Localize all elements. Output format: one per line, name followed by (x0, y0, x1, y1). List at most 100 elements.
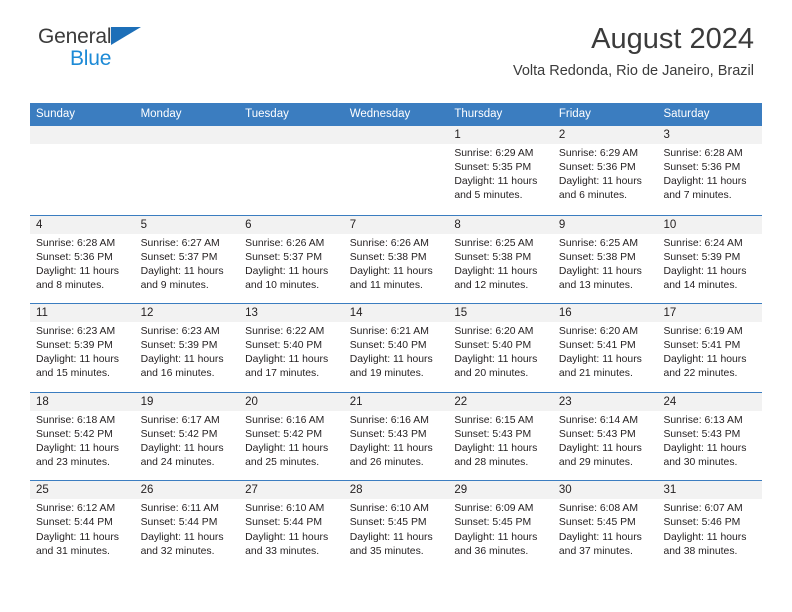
page-subtitle: Volta Redonda, Rio de Janeiro, Brazil (512, 63, 754, 79)
day-sun-info: Sunrise: 6:22 AM Sunset: 5:40 PM Daylight:… (239, 322, 344, 381)
sunset-text: Sunset: 5:38 PM (558, 251, 636, 263)
calendar-day-cell[interactable]: 5 Sunrise: 6:27 AM Sunset: 5:37 PM Daylight… (134, 215, 240, 304)
day-number: 27 (239, 481, 344, 500)
sunrise-text: Sunrise: 6:18 AM (36, 414, 116, 426)
sunset-text: Sunset: 5:40 PM (454, 340, 532, 352)
day-sun-info: Sunrise: 6:25 AM Sunset: 5:38 PM Daylight:… (553, 234, 658, 293)
calendar-day-cell[interactable]: 29 Sunrise: 6:09 AM Sunset: 5:45 PM Dayligh… (448, 481, 553, 569)
day-number: 31 (657, 481, 763, 500)
calendar-week-row: 4 Sunrise: 6:28 AM Sunset: 5:36 PM Daylight… (30, 214, 763, 304)
calendar-day-cell[interactable]: 14 Sunrise: 6:21 AM Sunset: 5:40 PM Dayligh… (343, 304, 449, 392)
calendar-day-cell[interactable]: 12 Sunrise: 6:23 AM Sunset: 5:39 PM Dayligh… (134, 304, 240, 392)
calendar-day-cell[interactable]: 15 Sunrise: 6:20 AM Sunset: 5:40 PM Dayligh… (448, 304, 553, 392)
daylight-text: Daylight: 11 hours and 13 minutes. (558, 265, 642, 291)
calendar-day-cell[interactable]: 19 Sunrise: 6:17 AM Sunset: 5:42 PM Dayligh… (134, 392, 240, 481)
sunrise-text: Sunrise: 6:26 AM (245, 237, 325, 249)
calendar-day-cell[interactable]: 18 Sunrise: 6:18 AM Sunset: 5:42 PM Dayligh… (30, 392, 135, 481)
daylight-text: Daylight: 11 hours and 11 minutes. (349, 265, 433, 291)
day-number: 28 (343, 481, 449, 500)
calendar-day-cell[interactable]: 3 Sunrise: 6:28 AM Sunset: 5:36 PM Daylight… (657, 126, 763, 215)
calendar-day-cell[interactable]: 20 Sunrise: 6:16 AM Sunset: 5:42 PM Dayligh… (239, 392, 344, 481)
sunset-text: Sunset: 5:35 PM (454, 162, 532, 174)
calendar-day-cell[interactable]: 11 Sunrise: 6:23 AM Sunset: 5:39 PM Dayligh… (30, 304, 135, 392)
daylight-text: Daylight: 11 hours and 37 minutes. (558, 531, 642, 557)
daylight-text: Daylight: 11 hours and 23 minutes. (36, 442, 119, 469)
sunrise-text: Sunrise: 6:19 AM (663, 326, 743, 338)
day-number: 21 (343, 392, 449, 411)
calendar-day-cell[interactable]: 16 Sunrise: 6:20 AM Sunset: 5:41 PM Dayligh… (552, 304, 658, 392)
calendar-day-cell[interactable]: 31 Sunrise: 6:07 AM Sunset: 5:46 PM Dayligh… (657, 481, 763, 569)
sunset-text: Sunset: 5:46 PM (663, 517, 741, 529)
day-sun-info: Sunrise: 6:20 AM Sunset: 5:41 PM Daylight:… (553, 322, 658, 381)
calendar-day-cell[interactable]: 6 Sunrise: 6:26 AM Sunset: 5:37 PM Daylight… (239, 215, 344, 304)
calendar-day-cell[interactable]: 4 Sunrise: 6:28 AM Sunset: 5:36 PM Daylight… (30, 215, 135, 304)
calendar-day-cell[interactable]: 30 Sunrise: 6:08 AM Sunset: 5:45 PM Dayligh… (552, 481, 658, 569)
calendar-day-cell[interactable]: 22 Sunrise: 6:15 AM Sunset: 5:43 PM Dayligh… (448, 392, 553, 481)
day-sun-info: Sunrise: 6:20 AM Sunset: 5:40 PM Daylight:… (448, 322, 553, 381)
sunset-text: Sunset: 5:39 PM (140, 340, 218, 352)
day-number: 17 (657, 304, 763, 323)
daylight-text: Daylight: 11 hours and 19 minutes. (349, 354, 433, 380)
calendar-day-cell[interactable]: 21 Sunrise: 6:16 AM Sunset: 5:43 PM Dayligh… (343, 392, 449, 481)
sunrise-text: Sunrise: 6:20 AM (558, 326, 639, 338)
sunset-text: Sunset: 5:36 PM (663, 162, 741, 174)
sunrise-text: Sunrise: 6:16 AM (245, 414, 325, 426)
day-number: 3 (657, 126, 763, 144)
sunset-text: Sunset: 5:40 PM (349, 340, 427, 352)
sunrise-text: Sunrise: 6:13 AM (663, 414, 743, 426)
calendar-day-cell[interactable]: 24 Sunrise: 6:13 AM Sunset: 5:43 PM Dayligh… (657, 392, 763, 481)
calendar-day-cell[interactable]: 7 Sunrise: 6:26 AM Sunset: 5:38 PM Daylight… (343, 215, 449, 304)
calendar-day-cell[interactable]: 25 Sunrise: 6:12 AM Sunset: 5:44 PM Dayligh… (30, 481, 135, 569)
daylight-text: Daylight: 11 hours and 5 minutes. (454, 176, 538, 202)
calendar-grid: Sunday Monday Tuesday Wednesday Thursday Frid… (30, 103, 763, 569)
day-number: 25 (30, 481, 135, 500)
sunset-text: Sunset: 5:37 PM (140, 251, 218, 263)
title-block: August 2024 Volta Redonda, Rio de Janeir… (513, 22, 754, 80)
calendar-day-cell[interactable]: 17 Sunrise: 6:19 AM Sunset: 5:41 PM Dayligh… (657, 304, 763, 392)
day-sun-info: Sunrise: 6:26 AM Sunset: 5:38 PM Daylight:… (344, 234, 449, 293)
calendar-week-row: 1 Sunrise: 6:29 AM Sunset: 5:35 PM Daylight… (30, 126, 763, 215)
day-number: 23 (552, 392, 658, 411)
daylight-text: Daylight: 11 hours and 21 minutes. (558, 354, 642, 380)
day-number: 1 (448, 126, 553, 144)
weekday-header-monday: Monday (140, 108, 182, 120)
day-sun-info: Sunrise: 6:26 AM Sunset: 5:37 PM Daylight:… (239, 234, 344, 293)
calendar-day-cell[interactable]: 27 Sunrise: 6:10 AM Sunset: 5:44 PM Dayligh… (239, 481, 344, 569)
page-title: August 2024 (591, 23, 754, 55)
calendar-day-cell[interactable]: 23 Sunrise: 6:14 AM Sunset: 5:43 PM Dayligh… (552, 392, 658, 481)
day-number: 13 (239, 304, 344, 323)
sunrise-text: Sunrise: 6:23 AM (36, 326, 116, 338)
sunset-text: Sunset: 5:45 PM (454, 517, 532, 529)
weekday-header-row: Sunday Monday Tuesday Wednesday Thursday Frid… (30, 103, 762, 126)
daylight-text: Daylight: 11 hours and 22 minutes. (663, 354, 747, 380)
day-number: 6 (239, 215, 344, 234)
calendar-day-cell[interactable]: 13 Sunrise: 6:22 AM Sunset: 5:40 PM Dayligh… (239, 304, 344, 392)
daylight-text: Daylight: 11 hours and 24 minutes. (140, 442, 224, 469)
day-sun-info: Sunrise: 6:27 AM Sunset: 5:37 PM Daylight:… (135, 234, 240, 293)
calendar-day-cell[interactable]: 2 Sunrise: 6:29 AM Sunset: 5:36 PM Daylight… (552, 126, 658, 215)
calendar-day-cell[interactable]: 1 Sunrise: 6:29 AM Sunset: 5:35 PM Daylight… (448, 126, 553, 215)
calendar-day-cell[interactable]: 28 Sunrise: 6:10 AM Sunset: 5:45 PM Dayligh… (343, 481, 449, 569)
general-blue-logo[interactable]: General Blue (38, 26, 168, 72)
sunset-text: Sunset: 5:40 PM (245, 340, 322, 352)
calendar-day-cell[interactable]: 26 Sunrise: 6:11 AM Sunset: 5:44 PM Dayligh… (134, 481, 240, 569)
sunrise-text: Sunrise: 6:11 AM (140, 503, 219, 515)
sunset-text: Sunset: 5:41 PM (558, 340, 636, 352)
sunset-text: Sunset: 5:45 PM (558, 517, 636, 529)
sunrise-text: Sunrise: 6:10 AM (245, 503, 325, 515)
daylight-text: Daylight: 11 hours and 28 minutes. (454, 442, 538, 469)
calendar-day-cell[interactable]: 10 Sunrise: 6:24 AM Sunset: 5:39 PM Dayligh… (657, 215, 763, 304)
daylight-text: Daylight: 11 hours and 20 minutes. (454, 354, 538, 380)
sunset-text: Sunset: 5:42 PM (245, 428, 322, 440)
day-number: 16 (552, 304, 658, 323)
calendar-day-cell[interactable]: 9 Sunrise: 6:25 AM Sunset: 5:38 PM Daylight… (552, 215, 658, 304)
day-number: 14 (343, 304, 449, 323)
day-sun-info: Sunrise: 6:17 AM Sunset: 5:42 PM Daylight:… (135, 411, 240, 470)
calendar-day-cell-empty (30, 126, 135, 215)
daylight-text: Daylight: 11 hours and 15 minutes. (36, 354, 119, 380)
day-number (134, 126, 240, 144)
daylight-text: Daylight: 11 hours and 33 minutes. (245, 531, 329, 557)
calendar-week-row: 25 Sunrise: 6:12 AM Sunset: 5:44 PM Dayligh… (30, 480, 763, 569)
calendar-day-cell[interactable]: 8 Sunrise: 6:25 AM Sunset: 5:38 PM Daylight… (448, 215, 553, 304)
sunset-text: Sunset: 5:39 PM (36, 340, 113, 352)
